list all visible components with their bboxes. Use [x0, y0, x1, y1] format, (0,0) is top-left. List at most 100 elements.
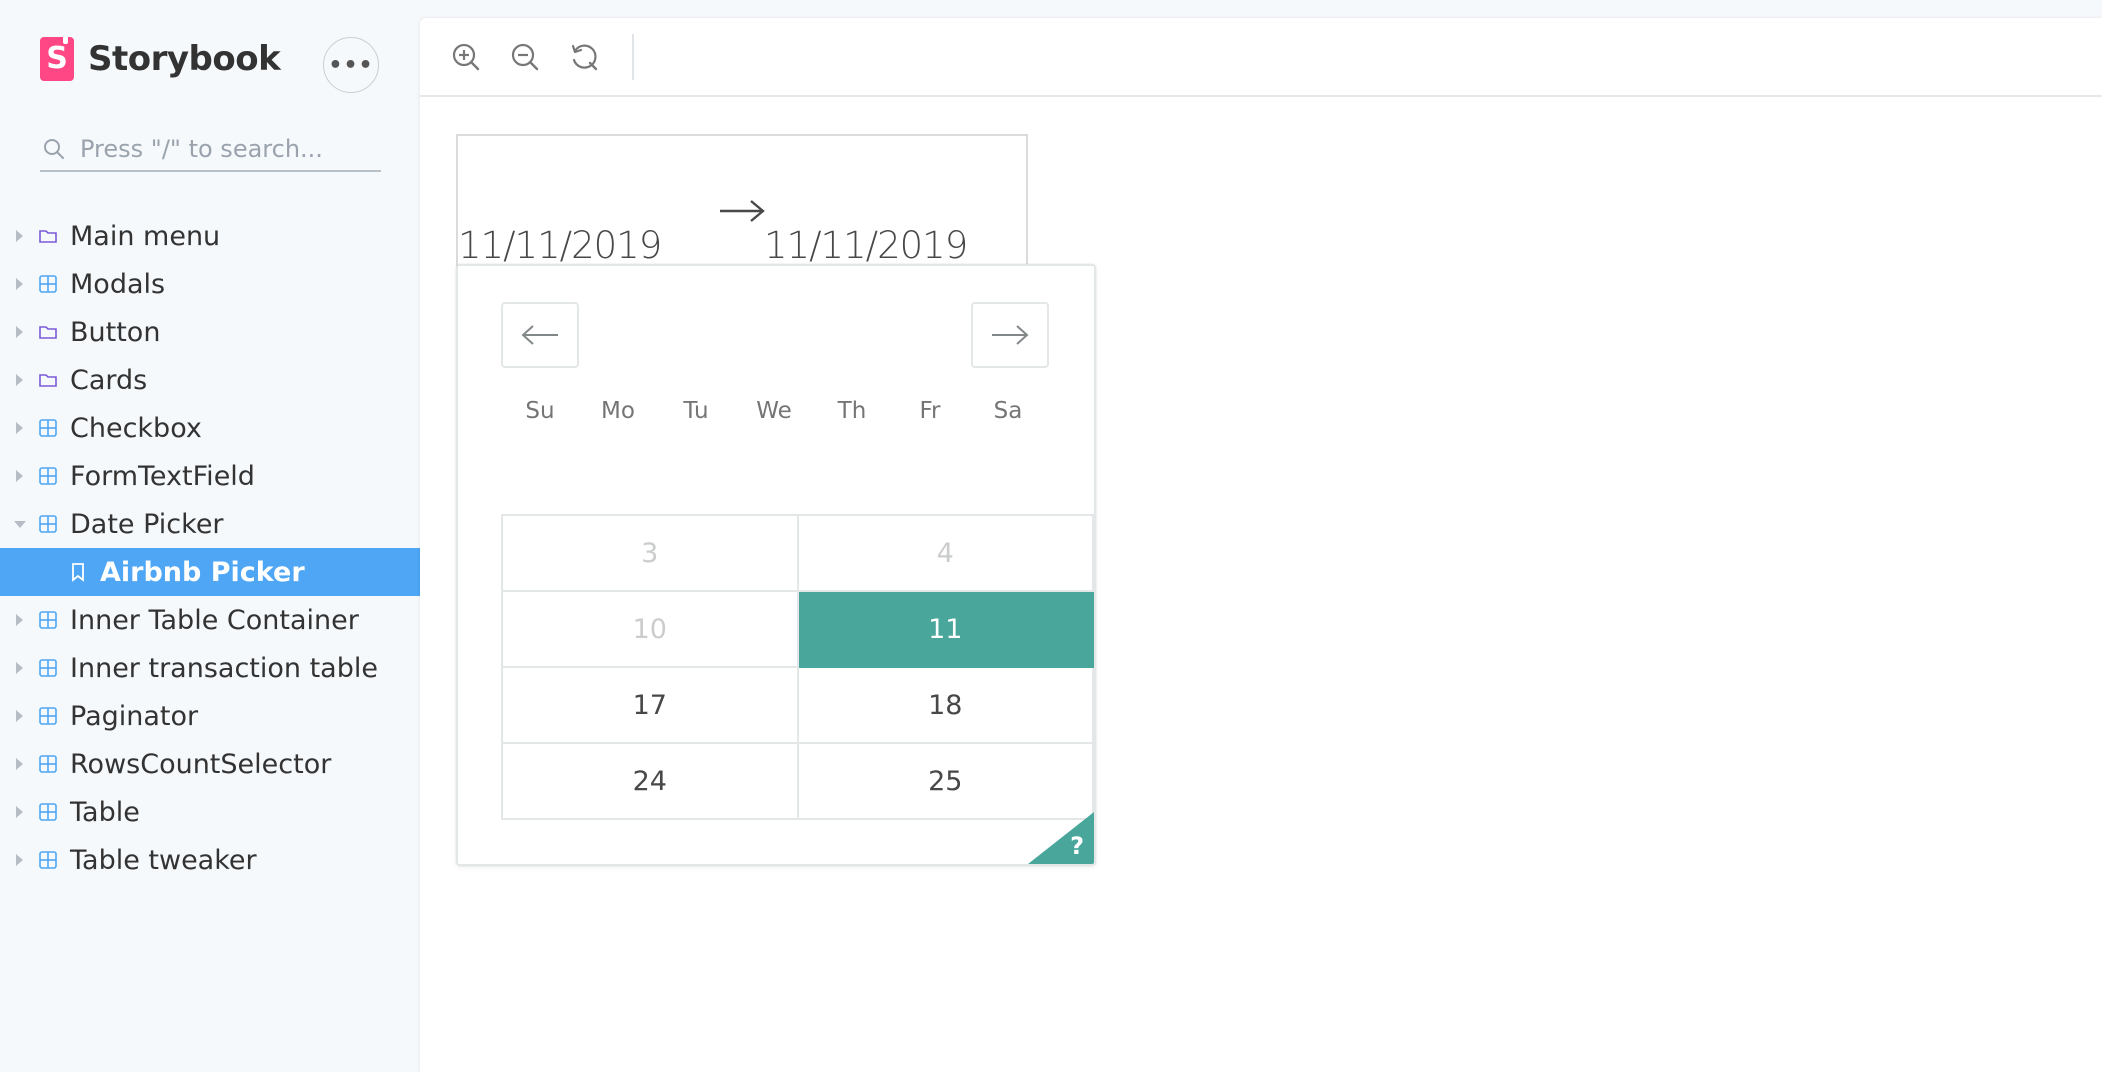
component-icon [39, 611, 57, 629]
sidebar-item-label: Main menu [70, 220, 221, 252]
weekday-label: Mo [601, 398, 635, 424]
calendar-week-row: 10 11 [501, 590, 1094, 668]
expand-caret-icon[interactable] [16, 614, 23, 626]
sidebar-item-cards[interactable]: Cards [0, 356, 420, 404]
sidebar-item-label: Date Picker [70, 508, 224, 540]
component-icon [39, 851, 57, 869]
zoom-in-icon [452, 43, 480, 70]
sidebar-item-label: Modals [70, 268, 166, 300]
storybook-logo-icon: S [40, 37, 74, 81]
expand-caret-icon[interactable] [16, 758, 23, 770]
sidebar-item-checkbox[interactable]: Checkbox [0, 404, 420, 452]
search-icon [44, 139, 64, 159]
component-icon [39, 515, 57, 533]
search-box [40, 128, 381, 172]
sidebar-item-label: Table [70, 796, 140, 828]
sidebar-item-modals[interactable]: Modals [0, 260, 420, 308]
reset-icon [571, 44, 598, 70]
component-icon [39, 755, 57, 773]
nav-tree: Main menu Modals Button Cards Checkbox F… [0, 212, 420, 884]
preview-toolbar [420, 18, 2102, 97]
component-icon [39, 803, 57, 821]
sidebar-item-label: Airbnb Picker [100, 556, 305, 588]
sidebar-item-label: FormTextField [70, 460, 255, 492]
sidebar-item-rowscountselector[interactable]: RowsCountSelector [0, 740, 420, 788]
sidebar: S Storybook ••• Main menu Modals Button [0, 0, 420, 1072]
sidebar-item-airbnb-picker[interactable]: Airbnb Picker [0, 548, 420, 596]
brand[interactable]: S Storybook [40, 36, 281, 82]
expand-caret-icon[interactable] [16, 230, 23, 242]
collapse-caret-icon[interactable] [14, 520, 26, 528]
sidebar-item-label: Button [70, 316, 161, 348]
weekday-label: Fr [919, 398, 941, 424]
expand-caret-icon[interactable] [16, 710, 23, 722]
arrow-right-icon [720, 200, 765, 222]
expand-caret-icon[interactable] [16, 278, 23, 290]
zoom-in-button[interactable] [448, 39, 484, 75]
calendar-week-row: 3 4 [501, 514, 1094, 592]
popup-notch [505, 266, 535, 280]
calendar-grid: 3 4 10 11 17 18 24 25 [501, 514, 1094, 820]
weekday-label: Tu [683, 398, 709, 424]
arrow-right-icon [992, 325, 1029, 345]
expand-caret-icon[interactable] [16, 806, 23, 818]
sidebar-item-inner-transaction-table[interactable]: Inner transaction table [0, 644, 420, 692]
component-icon [39, 467, 57, 485]
calendar-day: 3 [501, 514, 799, 592]
sidebar-item-label: Checkbox [70, 412, 202, 444]
end-date-field[interactable]: 11/11/2019 [764, 224, 968, 267]
start-date-field[interactable]: 11/11/2019 [458, 224, 662, 267]
calendar-day[interactable]: 17 [501, 666, 799, 744]
component-icon [39, 659, 57, 677]
brand-name: Storybook [88, 39, 281, 79]
zoom-out-button[interactable] [507, 39, 543, 75]
search-input[interactable] [80, 129, 370, 169]
sidebar-item-button[interactable]: Button [0, 308, 420, 356]
folder-icon [39, 326, 57, 339]
calendar-day-selected[interactable]: 11 [796, 590, 1094, 668]
prev-month-button[interactable] [501, 302, 579, 368]
expand-caret-icon[interactable] [16, 662, 23, 674]
sidebar-item-label: Paginator [70, 700, 199, 732]
calendar-day[interactable]: 18 [796, 666, 1094, 744]
expand-caret-icon[interactable] [16, 422, 23, 434]
sidebar-item-label: RowsCountSelector [70, 748, 332, 780]
weekday-label: Th [837, 398, 867, 424]
sidebar-item-inner-table-container[interactable]: Inner Table Container [0, 596, 420, 644]
calendar-day: 10 [501, 590, 799, 668]
next-month-button[interactable] [971, 302, 1049, 368]
weekday-label: Sa [993, 398, 1023, 424]
bookmark-icon [72, 563, 84, 582]
preview-panel: 11/11/2019 11/11/2019 Su Mo Tu We Th Fr … [420, 18, 2102, 1072]
sidebar-item-date-picker[interactable]: Date Picker [0, 500, 420, 548]
expand-caret-icon[interactable] [16, 854, 23, 866]
weekday-label: We [756, 398, 792, 424]
sidebar-item-main-menu[interactable]: Main menu [0, 212, 420, 260]
component-icon [39, 419, 57, 437]
expand-caret-icon[interactable] [16, 374, 23, 386]
component-icon [39, 275, 57, 293]
sidebar-item-formtextfield[interactable]: FormTextField [0, 452, 420, 500]
reset-zoom-button[interactable] [566, 39, 602, 75]
expand-caret-icon[interactable] [16, 470, 23, 482]
sidebar-item-label: Table tweaker [70, 844, 257, 876]
sidebar-item-table[interactable]: Table [0, 788, 420, 836]
sidebar-item-paginator[interactable]: Paginator [0, 692, 420, 740]
sidebar-item-table-tweaker[interactable]: Table tweaker [0, 836, 420, 884]
arrow-left-icon [521, 325, 558, 345]
more-options-button[interactable]: ••• [323, 37, 379, 93]
calendar-day[interactable]: 25 [796, 742, 1094, 820]
expand-caret-icon[interactable] [16, 326, 23, 338]
calendar-day[interactable]: 24 [501, 742, 799, 820]
ellipsis-icon: ••• [328, 52, 374, 78]
calendar-week-row: 24 25 [501, 742, 1094, 820]
component-icon [39, 707, 57, 725]
sidebar-item-label: Inner Table Container [70, 604, 359, 636]
zoom-out-icon [511, 43, 539, 70]
calendar-day: 4 [796, 514, 1094, 592]
question-mark-icon[interactable]: ? [1070, 832, 1084, 860]
toolbar-divider [632, 33, 634, 80]
keyboard-shortcuts-button[interactable] [1028, 812, 1094, 864]
sidebar-item-label: Inner transaction table [70, 652, 378, 684]
date-range-input[interactable]: 11/11/2019 11/11/2019 [456, 134, 1028, 280]
